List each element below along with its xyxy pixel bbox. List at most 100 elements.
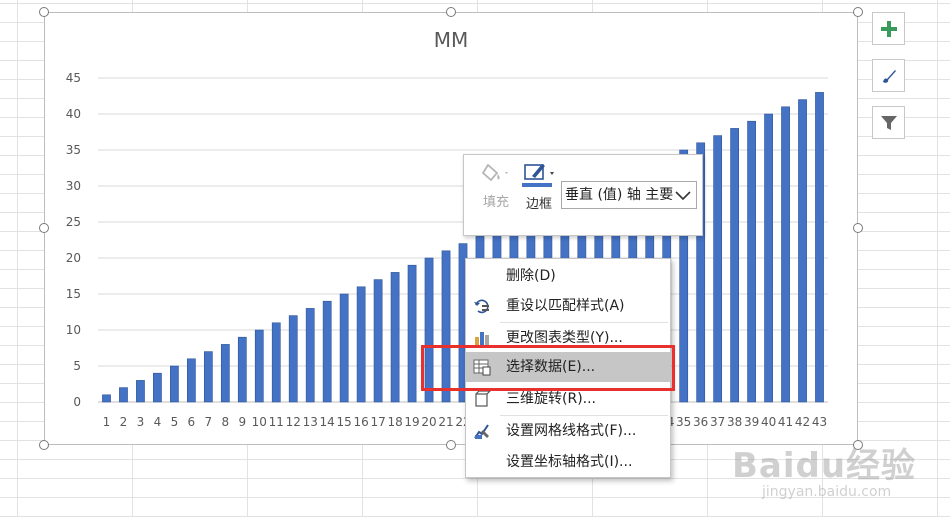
bar[interactable] (186, 358, 196, 403)
y-tick-label[interactable]: 40 (66, 107, 81, 121)
reset-style-icon (474, 299, 489, 314)
x-tick-label[interactable]: 36 (693, 415, 708, 429)
menu-item-format-axis[interactable]: 设置坐标轴格式(I)... (466, 447, 670, 477)
x-tick-label[interactable]: 13 (303, 415, 318, 429)
chart-element-value: 垂直 (值) 轴 主要 (565, 187, 674, 203)
border-button[interactable]: 边框 (519, 161, 559, 212)
bar[interactable] (730, 128, 740, 403)
x-tick-label[interactable]: 43 (812, 415, 827, 429)
bar[interactable] (271, 322, 281, 403)
bar[interactable] (170, 365, 179, 403)
y-tick-label[interactable]: 20 (66, 251, 81, 265)
x-tick-label[interactable]: 20 (421, 415, 436, 429)
resize-handle-top[interactable] (446, 7, 456, 17)
bar[interactable] (747, 120, 756, 403)
bar[interactable] (237, 336, 247, 403)
menu-item-change-chart-type[interactable]: 更改图表类型(Y)... (466, 323, 670, 353)
x-tick-label[interactable]: 8 (222, 415, 230, 429)
bar[interactable] (102, 394, 111, 403)
x-tick-label[interactable]: 42 (795, 415, 810, 429)
bar[interactable] (220, 344, 230, 403)
x-tick-label[interactable]: 39 (744, 415, 759, 429)
y-tick-label[interactable]: 35 (66, 143, 81, 157)
x-tick-label[interactable]: 16 (353, 415, 368, 429)
x-tick-label[interactable]: 14 (320, 415, 335, 429)
x-tick-label[interactable]: 40 (761, 415, 776, 429)
chart-elements-button[interactable] (872, 12, 905, 45)
x-tick-label[interactable]: 2 (120, 415, 128, 429)
x-tick-label[interactable]: 35 (676, 415, 691, 429)
x-tick-label[interactable]: 10 (252, 415, 267, 429)
resize-handle-right[interactable] (853, 223, 863, 233)
menu-item-delete[interactable]: 删除(D) (466, 261, 670, 291)
resize-handle-left[interactable] (39, 223, 49, 233)
y-tick-label[interactable]: 30 (66, 179, 81, 193)
x-tick-label[interactable]: 5 (171, 415, 179, 429)
bar[interactable] (424, 257, 434, 403)
x-tick-label[interactable]: 41 (778, 415, 793, 429)
watermark-url: jingyan.baidu.com (762, 484, 892, 500)
y-tick-label[interactable]: 10 (66, 323, 81, 337)
chart-title[interactable]: MM (434, 28, 469, 52)
select-data-icon (473, 359, 491, 376)
bar[interactable] (356, 286, 366, 403)
plus-icon (880, 20, 897, 37)
paint-bucket-icon (481, 163, 508, 182)
bar[interactable] (305, 308, 315, 403)
resize-handle-top-left[interactable] (39, 7, 49, 17)
x-tick-label[interactable]: 1 (103, 415, 111, 429)
chart-filters-button[interactable] (872, 106, 905, 139)
y-tick-label[interactable]: 45 (66, 71, 81, 85)
menu-item-select-data[interactable]: 选择数据(E)... (466, 352, 670, 382)
bar[interactable] (781, 106, 790, 403)
bar[interactable] (815, 92, 824, 403)
x-tick-label[interactable]: 37 (710, 415, 725, 429)
menu-item-3d-rotation[interactable]: 三维旋转(R)... (466, 384, 670, 414)
watermark-logo: Baidu经验 (732, 446, 917, 486)
x-tick-label[interactable]: 17 (370, 415, 385, 429)
x-tick-label[interactable]: 7 (205, 415, 213, 429)
bar[interactable] (798, 99, 807, 403)
bar[interactable] (390, 272, 400, 403)
bar[interactable] (407, 264, 417, 403)
x-tick-label[interactable]: 9 (238, 415, 246, 429)
bar[interactable] (441, 250, 451, 403)
chart-styles-button[interactable] (872, 59, 905, 92)
x-tick-label[interactable]: 3 (137, 415, 145, 429)
chart-element-select[interactable]: 垂直 (值) 轴 主要 (561, 181, 697, 209)
x-tick-label[interactable]: 18 (387, 415, 402, 429)
x-tick-label[interactable]: 21 (438, 415, 453, 429)
menu-item-format-gridlines[interactable]: 设置网格线格式(F)... (466, 416, 670, 446)
bar[interactable] (339, 293, 349, 403)
x-tick-label[interactable]: 4 (154, 415, 162, 429)
resize-handle-bottom[interactable] (446, 440, 456, 450)
y-tick-label[interactable]: 25 (66, 215, 81, 229)
bar[interactable] (322, 300, 332, 403)
bar[interactable] (764, 113, 773, 403)
bar[interactable] (136, 380, 145, 403)
resize-handle-bottom-left[interactable] (39, 440, 49, 450)
x-tick-label[interactable]: 15 (337, 415, 352, 429)
x-tick-label[interactable]: 19 (404, 415, 419, 429)
x-tick-label[interactable]: 38 (727, 415, 742, 429)
fill-label: 填充 (482, 195, 509, 210)
bar-chart: MM 051015202530354045 1 2 3 4 5 6 7 8 9 10 11 12 13 1… (66, 28, 828, 429)
bar[interactable] (203, 351, 213, 403)
x-tick-label[interactable]: 6 (188, 415, 196, 429)
rotate-3d-icon (475, 390, 491, 407)
menu-item-reset-style[interactable]: 重设以匹配样式(A) (466, 291, 670, 321)
bar[interactable] (254, 329, 264, 403)
resize-handle-top-right[interactable] (853, 7, 863, 17)
bar[interactable] (153, 372, 162, 403)
y-tick-label[interactable]: 0 (73, 395, 81, 409)
bar[interactable] (288, 315, 298, 403)
fill-button[interactable]: 填充 (474, 161, 518, 210)
chart-area[interactable]: MM 0 5 10 15 20 25 30 35 40 45 1 2 3 4 5 6 7 8 9 10 11 12 13 1… (44, 12, 858, 445)
y-tick-label[interactable]: 15 (66, 287, 81, 301)
x-tick-label[interactable]: 11 (269, 415, 284, 429)
x-tick-label[interactable]: 12 (286, 415, 301, 429)
y-tick-label[interactable]: 5 (73, 359, 81, 373)
bar[interactable] (119, 387, 128, 403)
bar[interactable] (713, 135, 723, 403)
bar[interactable] (373, 279, 383, 403)
